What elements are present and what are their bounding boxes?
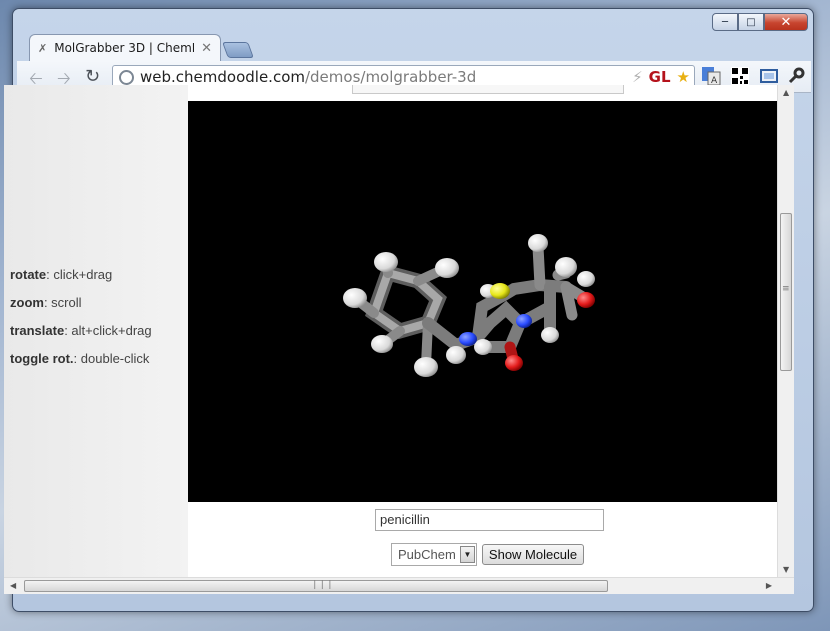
nitrogen-atom bbox=[459, 332, 477, 346]
help-toggle-rotation: toggle rot.: double-click bbox=[10, 351, 150, 366]
sulfur-atom bbox=[490, 283, 510, 299]
tab-molgrabber[interactable]: ✗ MolGrabber 3D | ChemDoodle ✕ bbox=[29, 34, 221, 61]
scroll-down-arrow-icon[interactable]: ▼ bbox=[783, 565, 789, 574]
window-controls: ─ □ ✕ bbox=[712, 13, 808, 31]
url-host: web.chemdoodle.com bbox=[140, 68, 305, 86]
hydrogen-atom bbox=[371, 335, 393, 353]
wrench-icon[interactable] bbox=[785, 65, 807, 87]
close-window-button[interactable]: ✕ bbox=[764, 13, 808, 31]
minimize-button[interactable]: ─ bbox=[712, 13, 738, 31]
reload-icon[interactable]: ↻ bbox=[85, 66, 100, 87]
top-divider bbox=[352, 85, 624, 94]
help-instructions: rotate: click+drag zoom: scroll translat… bbox=[10, 261, 152, 373]
bolt-icon[interactable]: ⚡ bbox=[632, 68, 643, 86]
bond bbox=[522, 281, 556, 339]
hydrogen-atom bbox=[446, 346, 466, 364]
oxygen-atom bbox=[577, 292, 595, 308]
hydrogen-atom bbox=[577, 271, 595, 287]
help-rotate: rotate: click+drag bbox=[10, 267, 113, 282]
hydrogen-atom bbox=[343, 288, 367, 308]
bookmark-star-icon[interactable]: ★ bbox=[677, 68, 690, 86]
molecule-search-input[interactable]: penicillin bbox=[375, 509, 604, 531]
page-content: rotate: click+drag zoom: scroll translat… bbox=[4, 85, 777, 577]
help-zoom: zoom: scroll bbox=[10, 295, 82, 310]
source-select-value: PubChem bbox=[398, 547, 456, 562]
webgl-badge[interactable]: GL bbox=[649, 68, 671, 86]
grip-icon: ❘❘❘ bbox=[311, 580, 334, 590]
new-tab-button[interactable] bbox=[222, 42, 254, 58]
hydrogen-atom bbox=[555, 257, 577, 277]
show-molecule-button[interactable]: Show Molecule bbox=[482, 544, 584, 565]
help-translate: translate: alt+click+drag bbox=[10, 323, 152, 338]
maximize-button[interactable]: □ bbox=[738, 13, 764, 31]
hydrogen-atom bbox=[414, 357, 438, 377]
horizontal-scrollbar[interactable]: ◀ ❘❘❘ ▶ bbox=[4, 577, 794, 594]
hydrogen-atom bbox=[541, 327, 559, 343]
fullscreen-icon[interactable] bbox=[758, 65, 780, 87]
favicon-icon: ✗ bbox=[38, 41, 48, 55]
molecule-viewer-canvas[interactable] bbox=[188, 101, 777, 502]
hydrogen-atom bbox=[474, 339, 492, 355]
hydrogen-atom bbox=[528, 234, 548, 252]
tab-title: MolGrabber 3D | ChemDoodle bbox=[54, 41, 194, 55]
molecule-3d-render bbox=[343, 234, 595, 377]
nitrogen-atom bbox=[516, 314, 532, 328]
vertical-scroll-thumb[interactable]: ≡ bbox=[780, 213, 792, 371]
url-path: /demos/molgrabber-3d bbox=[304, 68, 477, 86]
left-sidebar: rotate: click+drag zoom: scroll translat… bbox=[4, 85, 188, 577]
oxygen-atom bbox=[505, 355, 523, 371]
dropdown-arrow-icon[interactable]: ▼ bbox=[460, 546, 475, 563]
horizontal-scroll-thumb[interactable]: ❘❘❘ bbox=[24, 580, 608, 592]
source-select[interactable]: PubChem ▼ bbox=[391, 543, 477, 566]
scroll-left-arrow-icon[interactable]: ◀ bbox=[10, 581, 16, 590]
scroll-up-arrow-icon[interactable]: ▲ bbox=[783, 88, 789, 97]
globe-icon bbox=[119, 69, 134, 85]
tab-strip: ✗ MolGrabber 3D | ChemDoodle ✕ bbox=[29, 31, 254, 61]
hydrogen-atom bbox=[374, 252, 398, 272]
grip-icon: ≡ bbox=[782, 284, 790, 294]
vertical-scrollbar[interactable]: ▲ ≡ ▼ bbox=[777, 85, 794, 577]
qr-code-icon[interactable] bbox=[729, 65, 751, 87]
scroll-right-arrow-icon[interactable]: ▶ bbox=[766, 581, 772, 590]
hydrogen-atom bbox=[435, 258, 459, 278]
tab-close-icon[interactable]: ✕ bbox=[201, 41, 212, 56]
translate-extension-icon[interactable]: A bbox=[700, 65, 722, 87]
